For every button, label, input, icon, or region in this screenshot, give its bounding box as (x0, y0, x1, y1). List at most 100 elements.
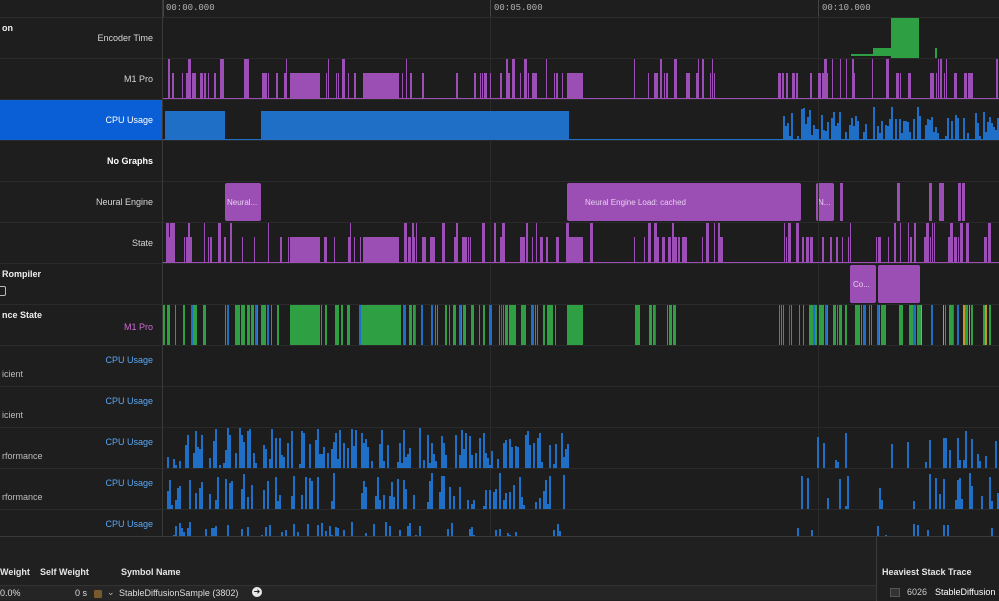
state-tick (237, 305, 240, 345)
activity-tick (546, 237, 548, 263)
track-label[interactable]: CPU Usage icient (0, 387, 162, 427)
column-header-self-weight[interactable]: Self Weight (40, 567, 89, 577)
activity-tick (668, 237, 671, 263)
cpu-usage-spike (895, 119, 897, 140)
track-graph[interactable] (163, 141, 999, 181)
track-label[interactable]: No Graphs (0, 141, 162, 181)
state-tick (779, 305, 780, 345)
stack-frame-symbol[interactable]: StableDiffusion (935, 587, 995, 597)
cpu-core-spike (929, 474, 931, 509)
track-m1-pro[interactable]: M1 Pro (0, 59, 999, 100)
track-graph[interactable] (163, 305, 999, 345)
track-cpu-usage[interactable]: CPU Usage (0, 100, 999, 141)
track-performance-cpu-3[interactable]: CPU Usage rformance (0, 510, 999, 545)
state-tick (227, 305, 229, 345)
row-self-weight: 0 s (75, 588, 88, 598)
track-graph[interactable] (163, 469, 999, 509)
cpu-core-spike (435, 461, 437, 468)
track-graph[interactable]: Co... (163, 264, 999, 304)
track-label[interactable]: M1 Pro (0, 59, 162, 99)
track-label[interactable]: CPU Usage rformance (0, 428, 162, 468)
track-label[interactable]: on Encoder Time (0, 18, 162, 58)
state-tick (883, 305, 886, 345)
state-tick (463, 305, 466, 345)
neural-engine-interval[interactable]: Neural Engine Load: cached (567, 183, 801, 221)
track-efficiency-cpu-1[interactable]: CPU Usage icient (0, 346, 999, 387)
track-performance-cpu-1[interactable]: CPU Usage rformance (0, 428, 999, 469)
track-graph[interactable] (163, 59, 999, 99)
activity-tick (662, 237, 665, 263)
cpu-core-spike (405, 489, 407, 509)
activity-tick (348, 73, 349, 99)
track-label[interactable]: CPU Usage (0, 100, 162, 140)
track-performance-state[interactable]: nce State M1 Pro (0, 305, 999, 346)
neural-engine-interval[interactable]: Neural... (225, 183, 261, 221)
activity-tick (456, 223, 458, 263)
track-graph[interactable] (163, 428, 999, 468)
track-checkbox[interactable] (0, 286, 6, 296)
activity-tick (542, 237, 543, 263)
track-efficiency-cpu-2[interactable]: CPU Usage icient (0, 387, 999, 428)
track-label[interactable]: CPU Usage rformance (0, 510, 162, 545)
compiler-interval[interactable]: Co... (850, 265, 876, 303)
track-state[interactable]: State (0, 223, 999, 264)
activity-tick (806, 237, 809, 263)
activity-tick (840, 59, 841, 99)
timeline-ruler[interactable]: 00:00.000 00:05.000 00:10.000 (0, 0, 999, 18)
cpu-core-spike (371, 461, 373, 468)
activity-tick (664, 73, 665, 99)
neural-engine-interval[interactable] (958, 183, 961, 221)
track-graph[interactable] (163, 510, 999, 536)
cpu-core-spike (171, 505, 173, 509)
track-encoder-time[interactable]: on Encoder Time (0, 18, 999, 59)
activity-tick (422, 73, 424, 99)
cpu-core-spike (383, 461, 385, 468)
state-tick (277, 305, 279, 345)
neural-engine-interval[interactable] (939, 183, 944, 221)
cpu-core-spike (255, 463, 257, 468)
cpu-core-spike (959, 460, 961, 468)
track-graph[interactable] (163, 100, 999, 140)
neural-engine-interval[interactable] (962, 183, 965, 221)
track-graph[interactable] (163, 387, 999, 427)
track-label[interactable]: CPU Usage icient (0, 346, 162, 386)
activity-tick (938, 59, 939, 99)
track-label[interactable]: CPU Usage rformance (0, 469, 162, 509)
neural-engine-interval[interactable] (897, 183, 900, 221)
cpu-usage-spike (919, 116, 921, 140)
track-label[interactable]: Neural Engine (0, 182, 162, 222)
track-label[interactable]: Rompiler (0, 264, 162, 304)
column-header-symbol-name[interactable]: Symbol Name (121, 567, 181, 577)
track-graph[interactable] (163, 18, 999, 58)
navigate-arrow-icon[interactable]: ➜ (252, 587, 262, 597)
neural-engine-interval[interactable] (929, 183, 932, 221)
track-compiler[interactable]: Rompiler Co... (0, 264, 999, 305)
cpu-core-spike (529, 445, 531, 468)
track-label[interactable]: nce State M1 Pro (0, 305, 162, 345)
activity-tick (172, 73, 174, 99)
track-graph[interactable] (163, 346, 999, 386)
state-tick (403, 305, 406, 345)
state-tick (969, 305, 970, 345)
state-tick (525, 305, 526, 345)
state-tick (791, 305, 792, 345)
track-neural-engine[interactable]: Neural Engine Neural... Neural Engine Lo… (0, 182, 999, 223)
cpu-core-spike (523, 505, 525, 509)
track-graph[interactable]: Neural... Neural Engine Load: cached N..… (163, 182, 999, 222)
compiler-interval[interactable] (878, 265, 920, 303)
grid-line (818, 141, 819, 181)
activity-tick (954, 73, 957, 99)
track-graph[interactable] (163, 223, 999, 263)
state-tick (913, 305, 916, 345)
activity-tick (832, 59, 833, 99)
pane-divider[interactable] (162, 0, 163, 536)
call-tree-row[interactable]: 0.0% 0 s StableDiffusionSample (3802) (0, 585, 876, 600)
track-name: CPU Usage (105, 396, 153, 406)
state-tick (543, 305, 545, 345)
track-performance-cpu-2[interactable]: CPU Usage rformance (0, 469, 999, 510)
disclosure-triangle-icon[interactable]: ⌄ (107, 587, 115, 598)
track-label[interactable]: State (0, 223, 162, 263)
track-no-graphs[interactable]: No Graphs (0, 141, 999, 182)
neural-engine-interval[interactable] (840, 183, 843, 221)
column-header-weight[interactable]: Weight (0, 567, 30, 577)
